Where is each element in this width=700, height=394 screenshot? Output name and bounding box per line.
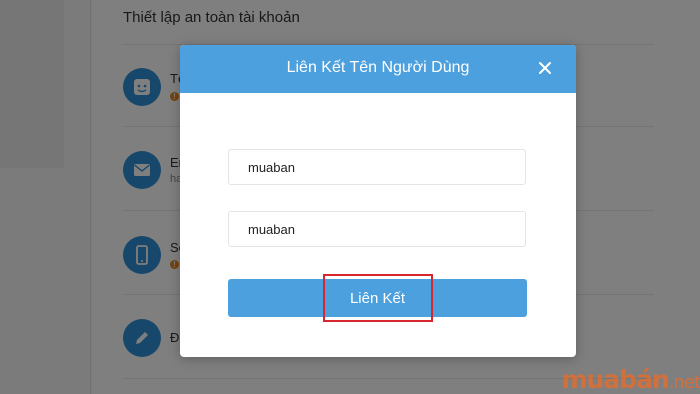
watermark-suffix: .net <box>668 372 700 393</box>
watermark-logo: muabán.net <box>561 365 700 394</box>
close-icon <box>539 62 551 74</box>
link-button[interactable]: Liên Kết <box>228 279 527 317</box>
username-field[interactable] <box>228 149 526 185</box>
dialog-header: Liên Kết Tên Người Dùng <box>180 45 576 93</box>
watermark-text: muabán <box>561 365 669 394</box>
link-username-dialog: Liên Kết Tên Người Dùng Liên Kết <box>180 45 576 357</box>
close-button[interactable] <box>534 57 556 79</box>
dialog-title: Liên Kết Tên Người Dùng <box>286 59 470 76</box>
password-field[interactable] <box>228 211 526 247</box>
